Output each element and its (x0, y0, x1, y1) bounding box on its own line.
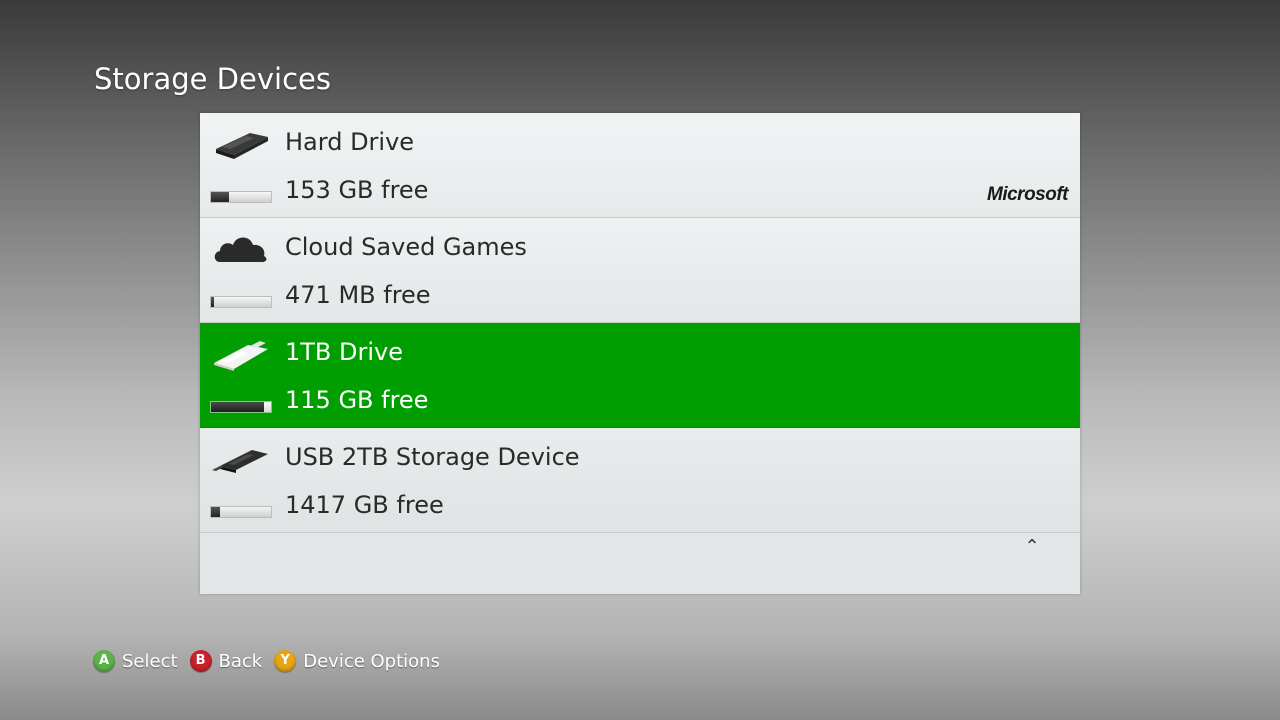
free-space-text: 1417 GB free (285, 491, 444, 519)
storage-usage-fill (211, 192, 229, 202)
hint-back[interactable]: B Back (189, 650, 263, 672)
storage-usage-bar (210, 506, 272, 518)
usb-flash-drive-icon (214, 341, 268, 371)
hint-device-options[interactable]: Y Device Options (274, 650, 440, 672)
microsoft-logo: Microsoft (987, 184, 1069, 205)
storage-usage-bar (210, 401, 272, 413)
device-row-1tb-drive[interactable]: 1TB Drive 115 GB free (200, 323, 1080, 428)
cloud-icon (214, 237, 267, 262)
free-space-text: 115 GB free (285, 386, 429, 414)
a-button-icon: A (93, 650, 115, 672)
device-name: 1TB Drive (285, 338, 404, 366)
device-name: Hard Drive (285, 128, 415, 156)
page-title: Storage Devices (94, 62, 331, 96)
y-button-icon: Y (274, 650, 297, 672)
device-name: USB 2TB Storage Device (285, 443, 580, 471)
free-space-text: 153 GB free (285, 176, 429, 204)
storage-usage-fill (211, 507, 220, 517)
hint-select[interactable]: A Select (93, 650, 178, 672)
controller-hints-bar: A Select B Back Y Device Options (93, 649, 452, 673)
storage-usage-fill (211, 402, 264, 412)
hint-label: Select (122, 650, 178, 672)
chevron-up-icon[interactable]: ⌃ (1022, 537, 1042, 557)
b-button-icon: B (189, 650, 212, 672)
hard-drive-icon (216, 133, 268, 159)
free-space-text: 471 MB free (285, 281, 431, 309)
device-row-cloud-saved-games[interactable]: Cloud Saved Games 471 MB free (200, 218, 1080, 323)
device-row-usb-2tb-storage-device[interactable]: USB 2TB Storage Device 1417 GB free (200, 428, 1080, 533)
hint-label: Device Options (303, 650, 440, 672)
storage-device-list: Hard Drive 153 GB free Microsoft Cloud S… (200, 113, 1080, 594)
hint-label: Back (218, 650, 263, 672)
storage-usage-bar (210, 191, 272, 203)
device-name: Cloud Saved Games (285, 233, 527, 261)
usb-stick-icon (212, 450, 268, 473)
storage-usage-bar (210, 296, 272, 308)
storage-usage-fill (211, 297, 214, 307)
device-row-hard-drive[interactable]: Hard Drive 153 GB free Microsoft (200, 113, 1080, 218)
